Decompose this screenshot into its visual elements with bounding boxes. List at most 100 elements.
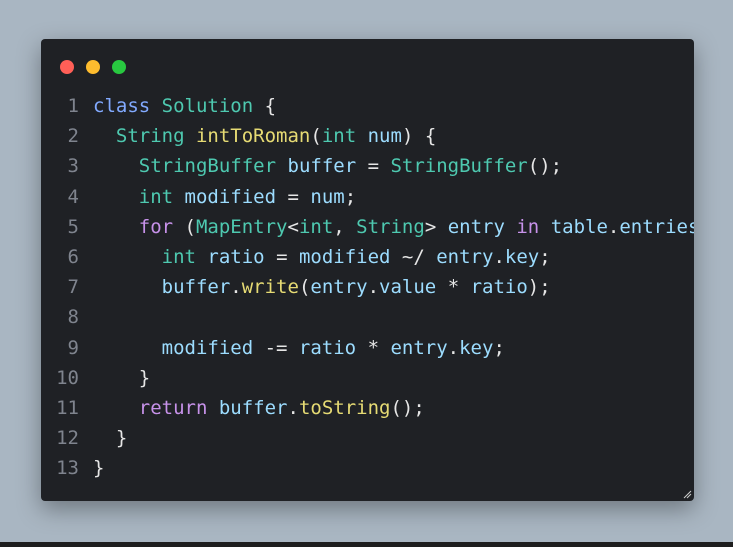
code-line: 13} (41, 453, 694, 483)
code-text: buffer.write(entry.value * ratio); (79, 272, 551, 302)
code-line: 4 int modified = num; (41, 182, 694, 212)
code-token: > (424, 215, 448, 238)
code-token: key (459, 336, 494, 359)
code-token: { (253, 95, 277, 117)
code-line: 6 int ratio = modified ~/ entry.key; (41, 242, 694, 272)
close-dot-icon[interactable] (60, 60, 74, 74)
code-token: buffer (287, 155, 357, 178)
line-number: 7 (67, 276, 79, 299)
code-token: ratio (207, 245, 265, 268)
code-token: key (504, 245, 540, 268)
code-text: StringBuffer buffer = StringBuffer(); (79, 151, 562, 181)
code-token: String (115, 125, 185, 148)
code-text: int ratio = modified ~/ entry.key; (79, 242, 551, 272)
code-text: } (79, 363, 150, 393)
code-token: write (241, 276, 299, 299)
code-token: entry (310, 276, 368, 299)
code-token: StringBuffer (390, 155, 528, 178)
code-token: = (356, 155, 391, 178)
code-token: * (436, 276, 471, 299)
code-line: 12 } (41, 423, 694, 453)
code-token: entries (619, 215, 694, 238)
code-token: ( (298, 276, 311, 299)
code-token: int (298, 215, 334, 238)
code-token: Solution (161, 95, 254, 117)
bottom-bar (0, 542, 733, 547)
code-token: -= (253, 336, 299, 359)
code-token: entry (390, 336, 448, 359)
code-text: for (MapEntry<int, String> entry in tabl… (79, 212, 694, 242)
code-line: 3 StringBuffer buffer = StringBuffer(); (41, 151, 694, 181)
code-text: return buffer.toString(); (79, 393, 425, 423)
code-token: } (93, 427, 128, 450)
code-token: num (310, 185, 345, 208)
code-token: modified (184, 185, 277, 208)
code-token: ( (173, 215, 196, 238)
code-token: intToRoman (195, 125, 311, 148)
code-token: (); (390, 396, 425, 419)
code-text: } (79, 423, 127, 453)
resize-handle-icon[interactable] (683, 490, 692, 499)
line-number: 1 (67, 95, 79, 117)
code-token: modified (161, 336, 254, 359)
maximize-dot-icon[interactable] (112, 60, 126, 74)
code-token: int (321, 125, 357, 148)
line-number: 6 (67, 245, 79, 268)
code-block: 1 class Solution {2 String intToRoman(int… (41, 91, 694, 483)
code-line: 7 buffer.write(entry.value * ratio); (41, 272, 694, 302)
code-line: 8 (41, 302, 694, 332)
code-token: , (333, 215, 357, 238)
code-token: ratio (470, 276, 528, 299)
code-token: buffer (161, 276, 231, 299)
code-text: int modified = num; (79, 182, 356, 212)
line-number: 11 (56, 396, 79, 419)
line-number: 9 (67, 336, 79, 359)
line-number: 8 (67, 306, 79, 329)
code-token: ) { (401, 125, 437, 148)
code-token: . (447, 336, 460, 359)
code-token: . (287, 396, 299, 419)
code-text: class Solution { (79, 91, 276, 121)
code-token: . (230, 276, 242, 299)
code-token: value (379, 276, 437, 299)
minimize-dot-icon[interactable] (86, 60, 100, 74)
code-token: ; (493, 336, 505, 359)
code-token: ; (344, 185, 357, 208)
line-number: 3 (67, 155, 79, 178)
code-token: . (607, 215, 620, 238)
line-number: 2 (67, 125, 79, 148)
code-line: 5 for (MapEntry<int, String> entry in ta… (41, 212, 694, 242)
code-token: int (161, 245, 196, 268)
code-window: 1 class Solution {2 String intToRoman(int… (41, 39, 694, 501)
code-token: StringBuffer (138, 155, 277, 178)
code-token: for (138, 215, 174, 238)
code-line: 1 class Solution { (41, 91, 694, 121)
code-token: buffer (218, 396, 288, 419)
code-token: ; (539, 245, 551, 268)
line-number: 5 (67, 215, 79, 238)
code-token: table (550, 215, 608, 238)
line-number: 13 (56, 457, 79, 480)
code-token: * (356, 336, 391, 359)
code-token: String (356, 215, 425, 238)
code-token: class (93, 95, 151, 117)
code-token: modified (298, 245, 391, 268)
code-token: } (93, 366, 151, 389)
code-token: return (138, 396, 208, 419)
code-token: ~/ (390, 245, 437, 268)
code-line: 11 return buffer.toString(); (41, 393, 694, 423)
